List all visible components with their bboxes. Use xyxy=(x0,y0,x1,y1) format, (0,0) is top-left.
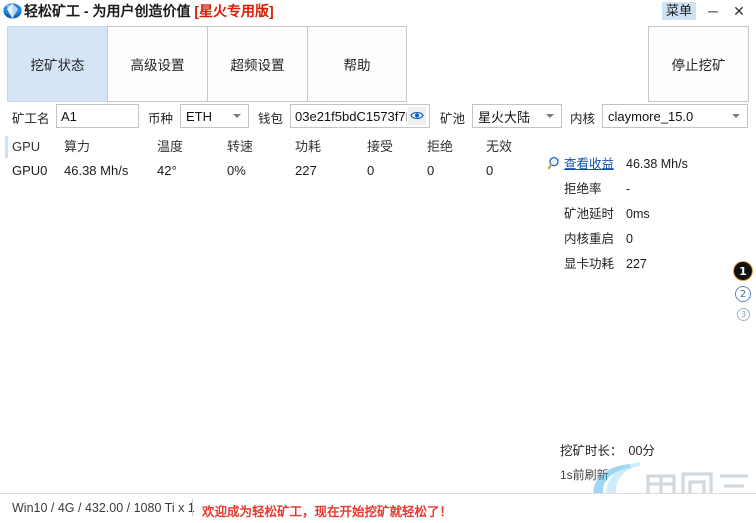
config-form-row: 矿工名 币种 ETH 钱包 矿池 星火大陆 内核 xyxy=(0,104,756,130)
magnifier-icon xyxy=(547,156,562,175)
tab-label: 超频设置 xyxy=(230,58,285,73)
close-button[interactable]: ✕ xyxy=(728,1,750,21)
stat-row-profit: 查看收益 46.38 Mh/s xyxy=(547,154,748,179)
pool-label: 矿池 xyxy=(440,112,466,126)
view-profit-link[interactable]: 查看收益 xyxy=(564,154,614,174)
gpu-power-label: 显卡功耗 xyxy=(564,257,615,271)
cell-gpu: GPU0 xyxy=(12,163,48,178)
reject-rate-label: 拒绝率 xyxy=(564,182,602,196)
page-badge-3[interactable]: 3 xyxy=(737,308,750,321)
status-bar: Win10 / 4G / 432.00 / 1080 Ti x 1 欢迎成为轻松… xyxy=(0,493,756,523)
tab-help[interactable]: 帮助 xyxy=(307,26,407,102)
chevron-down-icon xyxy=(732,114,740,118)
page-badge-1[interactable]: 1 xyxy=(734,262,752,280)
stats-panel: 查看收益 46.38 Mh/s 拒绝率 - 矿池延时 0ms 内核重启 0 显卡… xyxy=(547,154,748,279)
kernel-restarts-value: 0 xyxy=(626,232,633,246)
tab-overclock-settings[interactable]: 超频设置 xyxy=(207,26,307,102)
tab-label: 帮助 xyxy=(343,58,371,73)
kernel-selected-value: claymore_15.0 xyxy=(608,108,694,124)
app-logo-icon xyxy=(3,2,22,20)
gpu-table: GPU 算力 温度 转速 功耗 接受 拒绝 无效 GPU0 46.38 Mh/s… xyxy=(0,136,540,184)
table-row[interactable]: GPU0 46.38 Mh/s 42° 0% 227 0 0 0 xyxy=(0,160,540,184)
kernel-select[interactable]: claymore_15.0 xyxy=(602,104,748,128)
pool-selected-value: 星火大陆 xyxy=(478,109,531,125)
wallet-label: 钱包 xyxy=(258,112,284,126)
col-header-accepted: 接受 xyxy=(367,139,394,154)
stat-row-gpu-power: 显卡功耗 227 xyxy=(548,254,748,279)
mining-duration-label: 挖矿时长： xyxy=(560,444,623,458)
cell-hashrate: 46.38 Mh/s xyxy=(64,163,129,178)
mining-duration-value: 00分 xyxy=(628,444,655,458)
col-header-hashrate: 算力 xyxy=(64,139,91,154)
stat-row-pool-latency: 矿池延时 0ms xyxy=(548,204,748,229)
chevron-down-icon xyxy=(546,114,554,118)
app-window: 轻松矿工 - 为用户创造价值 [星火专用版] 菜单 ─ ✕ 挖矿状态 高级设置 … xyxy=(0,0,756,523)
reject-rate-value: - xyxy=(626,182,631,196)
gpu-power-value: 227 xyxy=(626,257,647,271)
tab-advanced-settings[interactable]: 高级设置 xyxy=(107,26,207,102)
miner-name-input[interactable] xyxy=(56,104,139,128)
kernel-label: 内核 xyxy=(570,112,596,126)
mining-duration: 挖矿时长： 00分 xyxy=(560,440,655,459)
col-header-power: 功耗 xyxy=(295,139,322,154)
eye-icon xyxy=(410,109,424,124)
wallet-field-group xyxy=(290,104,430,128)
pool-latency-value: 0ms xyxy=(626,207,650,221)
minimize-button[interactable]: ─ xyxy=(702,1,724,21)
window-title-main: 轻松矿工 - 为用户创造价值 xyxy=(24,3,195,19)
cell-fanspeed: 0% xyxy=(227,163,246,178)
stat-row-kernel-restarts: 内核重启 0 xyxy=(548,229,748,254)
stop-mining-label: 停止挖矿 xyxy=(671,58,726,73)
tab-label: 高级设置 xyxy=(130,58,185,73)
total-hashrate-value: 46.38 Mh/s xyxy=(626,157,688,171)
col-header-rejected: 拒绝 xyxy=(427,139,454,154)
menu-button[interactable]: 菜单 xyxy=(661,2,696,20)
cell-invalid: 0 xyxy=(486,163,494,178)
col-header-gpu: GPU xyxy=(12,139,41,154)
col-header-temp: 温度 xyxy=(157,139,184,154)
col-header-invalid: 无效 xyxy=(486,139,513,154)
page-badge-2[interactable]: 2 xyxy=(735,286,751,302)
tab-mining-status[interactable]: 挖矿状态 xyxy=(7,26,107,102)
cell-accepted: 0 xyxy=(367,163,375,178)
kernel-restarts-label: 内核重启 xyxy=(564,232,615,246)
coin-label: 币种 xyxy=(148,112,174,126)
cell-power: 227 xyxy=(295,163,317,178)
table-header-row: GPU 算力 温度 转速 功耗 接受 拒绝 无效 xyxy=(0,136,540,160)
page-indicator-group: 1 2 3 xyxy=(734,262,752,327)
tab-label: 挖矿状态 xyxy=(30,58,85,73)
title-bar: 轻松矿工 - 为用户创造价值 [星火专用版] 菜单 ─ ✕ xyxy=(0,0,756,22)
cell-temp: 42° xyxy=(157,163,177,178)
window-title: 轻松矿工 - 为用户创造价值 [星火专用版] xyxy=(24,1,274,21)
window-title-edition: [星火专用版] xyxy=(194,3,274,19)
pool-select[interactable]: 星火大陆 xyxy=(472,104,562,128)
cell-rejected: 0 xyxy=(427,163,435,178)
col-header-fanspeed: 转速 xyxy=(227,139,254,154)
pool-latency-label: 矿池延时 xyxy=(564,207,615,221)
last-refresh-text: 1s前刷新 xyxy=(560,468,609,482)
stop-mining-button[interactable]: 停止挖矿 xyxy=(648,26,749,102)
system-info-text: Win10 / 4G / 432.00 / 1080 Ti x 1 xyxy=(12,501,195,515)
miner-name-label: 矿工名 xyxy=(12,112,50,126)
status-divider xyxy=(192,499,193,516)
welcome-message: 欢迎成为轻松矿工，现在开始挖矿就轻松了！ xyxy=(202,505,453,519)
tab-bar: 挖矿状态 高级设置 超频设置 帮助 xyxy=(7,26,407,102)
chevron-down-icon xyxy=(233,114,241,118)
stat-row-reject-rate: 拒绝率 - xyxy=(548,179,748,204)
coin-selected-value: ETH xyxy=(186,108,212,124)
wallet-visibility-toggle[interactable] xyxy=(408,107,426,125)
coin-select[interactable]: ETH xyxy=(180,104,249,128)
